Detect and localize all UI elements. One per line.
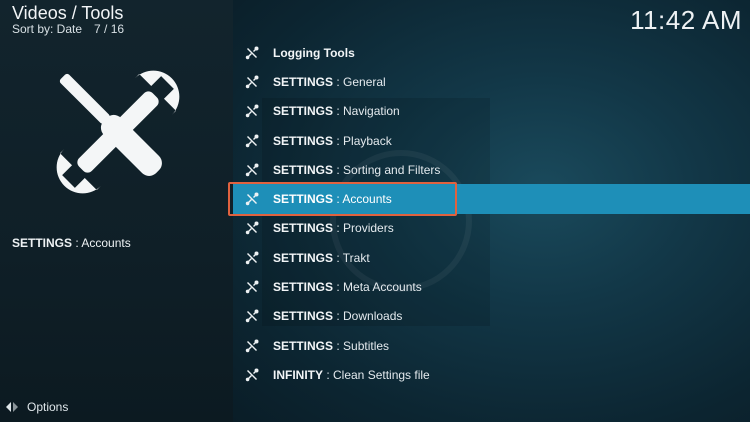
menu-item-label: : Meta Accounts	[333, 280, 422, 295]
menu-item[interactable]: SETTINGS : Meta Accounts	[233, 272, 750, 301]
menu-item[interactable]: SETTINGS : Downloads	[233, 302, 750, 331]
options-button[interactable]: Options	[5, 400, 68, 414]
menu-item-bold: SETTINGS	[273, 280, 334, 295]
tools-icon	[245, 251, 259, 265]
page-title: Videos / Tools	[12, 3, 124, 23]
menu-item-label: : Clean Settings file	[323, 367, 430, 382]
tools-icon	[245, 75, 259, 89]
selection-highlight-box	[228, 182, 457, 216]
selected-item-bold: SETTINGS	[12, 236, 73, 250]
sort-info: Sort by: Date 7 / 16	[12, 22, 124, 36]
selected-item-label: SETTINGS : Accounts	[12, 236, 131, 250]
options-arrows-icon	[6, 402, 18, 412]
tools-icon	[245, 46, 259, 60]
menu-item[interactable]: INFINITY : Clean Settings file	[233, 360, 750, 389]
menu-item-label: : Navigation	[333, 104, 400, 119]
tools-icon	[245, 339, 259, 353]
menu-item[interactable]: SETTINGS : Trakt	[233, 243, 750, 272]
menu-item[interactable]: Logging Tools	[233, 38, 750, 67]
menu-item[interactable]: SETTINGS : Playback	[233, 126, 750, 155]
menu-item-bold: SETTINGS	[273, 133, 334, 148]
menu-item[interactable]: SETTINGS : Navigation	[233, 97, 750, 126]
menu-item-bold: SETTINGS	[273, 74, 334, 89]
menu-item-bold: SETTINGS	[273, 309, 334, 324]
menu-item-label: : Providers	[333, 221, 394, 236]
item-position: 7 / 16	[94, 22, 125, 36]
tools-icon	[245, 104, 259, 118]
menu-item-label: : Subtitles	[333, 338, 390, 353]
menu-item-label: : Playback	[333, 133, 392, 148]
menu-item-bold: SETTINGS	[273, 221, 334, 236]
left-panel	[0, 0, 233, 422]
menu-item-bold: SETTINGS	[273, 338, 334, 353]
options-label: Options	[27, 400, 69, 414]
menu-item-bold: SETTINGS	[273, 162, 334, 177]
menu-item-bold: SETTINGS	[273, 250, 334, 265]
menu-item[interactable]: SETTINGS : Sorting and Filters	[233, 155, 750, 184]
tools-icon	[245, 280, 259, 294]
tools-icon	[245, 134, 259, 148]
tools-icon	[245, 368, 259, 382]
menu-item-bold: Logging Tools	[273, 45, 355, 60]
menu-item-label: : General	[333, 74, 386, 89]
tools-icon	[245, 309, 259, 323]
tools-icon	[56, 70, 180, 194]
clock: 11:42 AM	[630, 5, 742, 35]
menu-item-label: : Trakt	[333, 250, 370, 265]
menu-item[interactable]: SETTINGS : Providers	[233, 214, 750, 243]
tools-icon	[245, 163, 259, 177]
menu-item[interactable]: SETTINGS : General	[233, 67, 750, 96]
tools-icon	[245, 221, 259, 235]
menu-item-bold: SETTINGS	[273, 104, 334, 119]
menu-item-bold: INFINITY	[273, 367, 323, 382]
selected-item-rest: : Accounts	[72, 236, 131, 250]
sort-label: Sort by: Date	[12, 22, 83, 36]
menu-item-label: : Downloads	[333, 309, 403, 324]
menu-item[interactable]: SETTINGS : Subtitles	[233, 331, 750, 360]
menu-item-label: : Sorting and Filters	[333, 162, 441, 177]
